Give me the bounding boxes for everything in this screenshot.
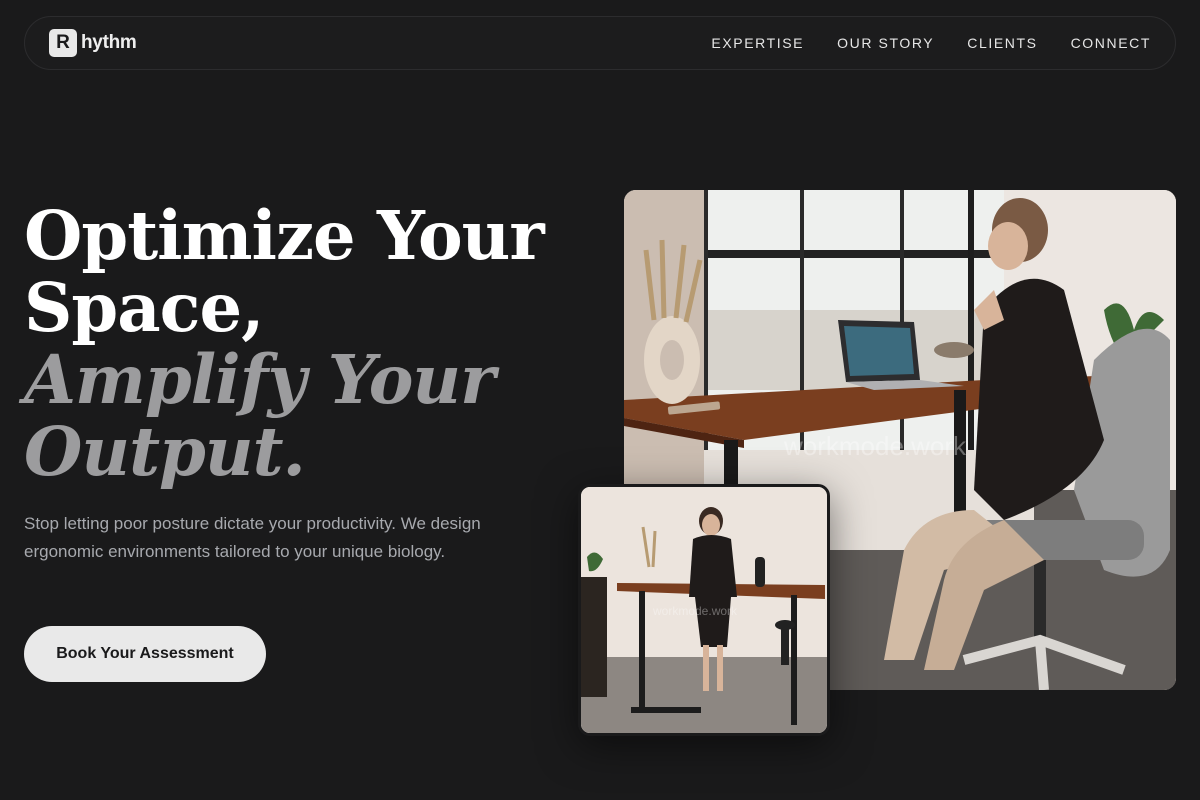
hero-photo-secondary: workmode.work xyxy=(578,484,830,736)
nav-link-expertise[interactable]: EXPERTISE xyxy=(711,35,804,51)
logo-mark: R xyxy=(49,29,77,57)
landing-page: R hythm EXPERTISE OUR STORY CLIENTS CONN… xyxy=(0,0,1200,800)
book-assessment-button[interactable]: Book Your Assessment xyxy=(24,626,266,682)
secondary-photo-watermark: workmode.work xyxy=(652,604,738,618)
headline-line-3: Amplify Your xyxy=(24,340,495,419)
main-photo-watermark: workmode.work xyxy=(783,431,967,461)
top-nav: R hythm EXPERTISE OUR STORY CLIENTS CONN… xyxy=(24,16,1176,70)
nav-link-our-story[interactable]: OUR STORY xyxy=(837,35,934,51)
nav-links: EXPERTISE OUR STORY CLIENTS CONNECT xyxy=(711,35,1151,51)
headline-line-1: Optimize Your xyxy=(24,196,545,275)
headline-line-4: Output. xyxy=(24,412,306,491)
hero-headline: Optimize Your Space, Amplify Your Output… xyxy=(24,200,584,488)
standing-desk-illustration: workmode.work xyxy=(581,487,827,733)
hero-subcopy: Stop letting poor posture dictate your p… xyxy=(24,514,481,561)
logo-wordmark: hythm xyxy=(81,32,137,53)
nav-link-connect[interactable]: CONNECT xyxy=(1071,35,1151,51)
headline-line-2: Space, xyxy=(24,268,264,347)
nav-link-clients[interactable]: CLIENTS xyxy=(967,35,1037,51)
brand-logo[interactable]: R hythm xyxy=(49,29,137,57)
